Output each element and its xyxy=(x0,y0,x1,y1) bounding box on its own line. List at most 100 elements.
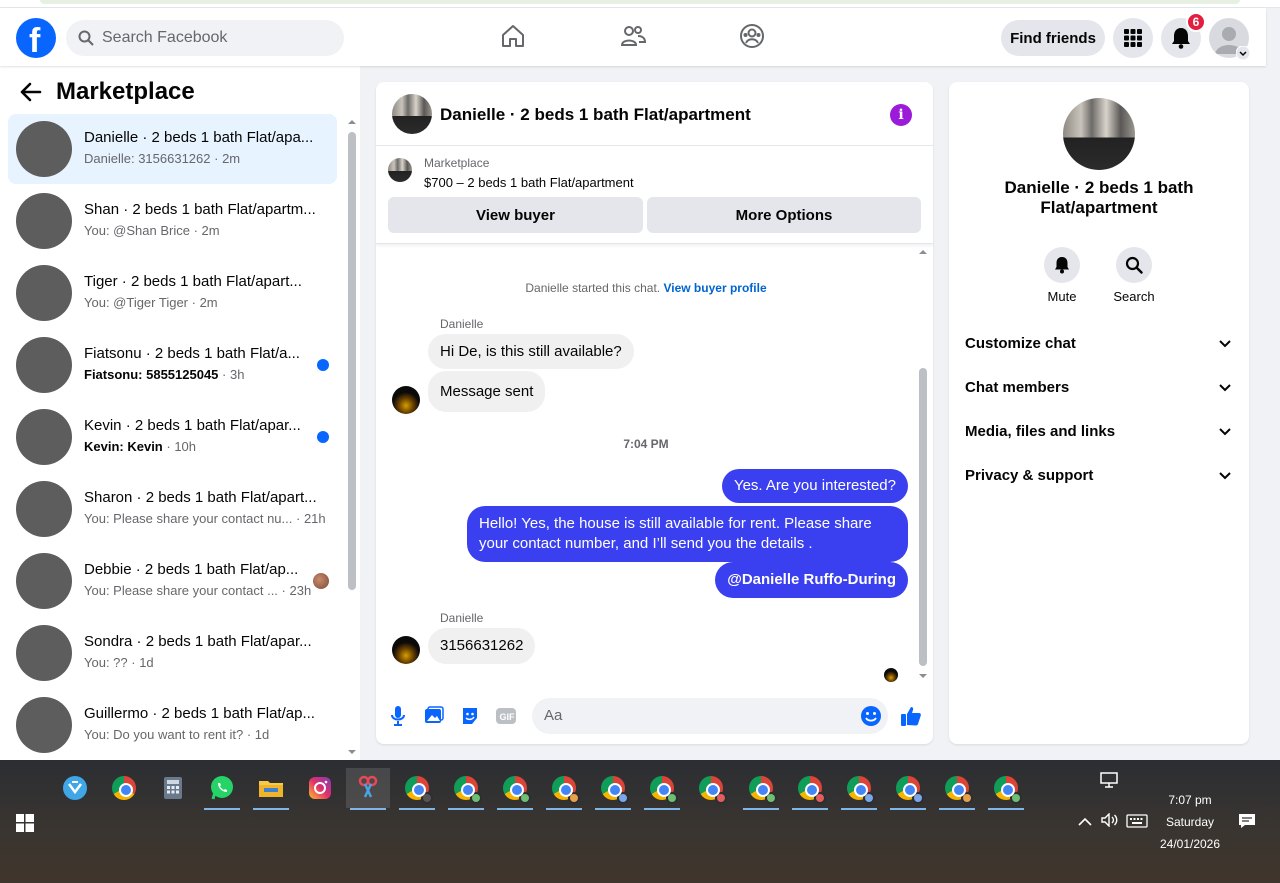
conversation-name: Danielle · 2 beds 1 bath Flat/apa... xyxy=(84,129,314,146)
find-friends-button[interactable]: Find friends xyxy=(1001,20,1105,56)
incoming-message[interactable]: 3156631262 xyxy=(428,628,536,664)
windows-start-icon[interactable] xyxy=(16,814,34,837)
chrome-profile-icon[interactable] xyxy=(444,768,488,810)
conversation-name: Fiatsonu · 2 beds 1 bath Flat/a... xyxy=(84,345,300,362)
view-buyer-profile-link[interactable]: View buyer profile xyxy=(663,281,766,295)
message-composer: GIF Aa xyxy=(376,692,933,744)
account-chevron-icon[interactable] xyxy=(1236,46,1250,60)
sticker-icon[interactable] xyxy=(458,704,482,728)
conversation-item[interactable]: Guillermo · 2 beds 1 bath Flat/ap... You:… xyxy=(8,690,337,760)
conversation-item[interactable]: Sharon · 2 beds 1 bath Flat/apart... You:… xyxy=(8,474,337,544)
friends-icon[interactable] xyxy=(619,22,647,50)
conversation-time: · 23h xyxy=(281,583,312,598)
conversation-preview: Kevin: Kevin · 10h xyxy=(84,439,197,454)
chat-scrollbar[interactable] xyxy=(916,248,930,678)
top-navigation-bar: f Search Facebook Find friends 6 xyxy=(0,8,1266,66)
view-buyer-button[interactable]: View buyer xyxy=(388,197,643,233)
sidebar-scrollbar[interactable] xyxy=(345,118,359,758)
conversation-item[interactable]: Fiatsonu · 2 beds 1 bath Flat/a... Fiatso… xyxy=(8,330,337,400)
listing-label: Marketplace xyxy=(424,156,490,170)
chrome-profile-icon[interactable] xyxy=(886,768,930,810)
chevron-down-icon xyxy=(1219,428,1231,436)
incoming-message[interactable]: Message sent xyxy=(428,371,546,412)
sender-avatar[interactable] xyxy=(392,636,420,664)
taskbar-app-icon[interactable] xyxy=(53,768,97,808)
conversation-preview: Danielle: 3156631262 · 2m xyxy=(84,151,241,166)
emoji-icon[interactable] xyxy=(860,705,882,727)
photo-icon[interactable] xyxy=(422,704,446,728)
conversation-time: · 3h xyxy=(222,367,245,382)
network-icon[interactable] xyxy=(1100,772,1118,793)
chrome-icon[interactable] xyxy=(102,768,146,808)
search-input[interactable]: Search Facebook xyxy=(66,20,344,56)
page-scrollbar[interactable] xyxy=(1266,8,1280,760)
notifications-center-icon[interactable] xyxy=(1238,813,1256,834)
chrome-profile-icon[interactable] xyxy=(984,768,1028,810)
incoming-message[interactable]: Hi De, is this still available? xyxy=(428,334,634,369)
conversation-item[interactable]: Sondra · 2 beds 1 bath Flat/apar... You: … xyxy=(8,618,337,688)
groups-icon[interactable] xyxy=(738,22,766,50)
details-listing-avatar[interactable] xyxy=(1063,98,1135,170)
chrome-profile-icon[interactable] xyxy=(493,768,537,810)
message-input[interactable]: Aa xyxy=(532,698,888,734)
outgoing-message[interactable]: Hello! Yes, the house is still available… xyxy=(467,506,908,562)
chrome-profile-icon[interactable] xyxy=(542,768,586,810)
calculator-icon[interactable] xyxy=(151,768,195,808)
mute-button[interactable]: Mute xyxy=(1032,247,1092,304)
tray-chevron-up-icon[interactable] xyxy=(1078,814,1092,832)
chrome-profile-icon[interactable] xyxy=(395,768,439,810)
search-in-chat-button[interactable]: Search xyxy=(1104,247,1164,304)
details-section-row[interactable]: Media, files and links xyxy=(965,423,1235,447)
more-options-button[interactable]: More Options xyxy=(647,197,921,233)
home-icon[interactable] xyxy=(499,22,527,50)
listing-card: Marketplace $700 – 2 beds 1 bath Flat/ap… xyxy=(376,146,933,244)
details-section-row[interactable]: Chat members xyxy=(965,379,1235,403)
chrome-profile-icon[interactable] xyxy=(689,768,733,808)
chrome-profile-icon[interactable] xyxy=(935,768,979,810)
clock-day[interactable]: Saturday xyxy=(1154,815,1226,829)
conversation-item[interactable]: Debbie · 2 beds 1 bath Flat/ap... You: Pl… xyxy=(8,546,337,616)
listing-thumbnail[interactable] xyxy=(388,158,412,182)
snipping-tool-icon[interactable] xyxy=(346,768,390,810)
keyboard-icon[interactable] xyxy=(1126,814,1148,833)
chrome-profile-icon[interactable] xyxy=(837,768,881,810)
whatsapp-icon[interactable] xyxy=(200,768,244,810)
outgoing-message[interactable]: Yes. Are you interested? xyxy=(721,469,908,503)
facebook-logo-icon[interactable]: f xyxy=(16,18,56,58)
chrome-profile-icon[interactable] xyxy=(591,768,635,810)
gif-icon[interactable]: GIF xyxy=(494,704,518,728)
details-section-row[interactable]: Privacy & support xyxy=(965,467,1235,491)
svg-text:GIF: GIF xyxy=(500,712,516,722)
conversation-item[interactable]: Tiger · 2 beds 1 bath Flat/apart... You: … xyxy=(8,258,337,328)
conversation-thumbnail xyxy=(16,553,72,609)
back-arrow-icon[interactable] xyxy=(20,82,42,102)
listing-title[interactable]: $700 – 2 beds 1 bath Flat/apartment xyxy=(424,175,634,190)
listing-avatar[interactable] xyxy=(392,94,432,134)
conversation-item[interactable]: Kevin · 2 beds 1 bath Flat/apar... Kevin:… xyxy=(8,402,337,472)
details-section-label: Chat members xyxy=(965,379,1070,396)
info-icon[interactable]: i xyxy=(890,104,912,126)
chrome-profile-icon[interactable] xyxy=(640,768,684,810)
clock-time[interactable]: 7:07 pm xyxy=(1154,793,1226,807)
conversation-thumbnail xyxy=(16,193,72,249)
outgoing-mention-message[interactable]: @Danielle Ruffo-During xyxy=(715,562,908,598)
search-label: Search xyxy=(1113,289,1155,304)
conversation-item[interactable]: Shan · 2 beds 1 bath Flat/apartm... You: … xyxy=(8,186,337,256)
instagram-icon[interactable] xyxy=(298,768,342,808)
conversation-name: Sharon · 2 beds 1 bath Flat/apart... xyxy=(84,489,317,506)
chrome-profile-icon[interactable] xyxy=(788,768,832,810)
conversation-preview: You: ?? · 1d xyxy=(84,655,154,670)
details-section-row[interactable]: Customize chat xyxy=(965,335,1235,359)
file-explorer-icon[interactable] xyxy=(249,768,293,810)
volume-icon[interactable] xyxy=(1101,812,1119,832)
chrome-profile-icon[interactable] xyxy=(739,768,783,810)
chat-details-panel: Danielle · 2 beds 1 bath Flat/apartment … xyxy=(949,82,1249,744)
menu-grid-icon[interactable] xyxy=(1113,18,1153,58)
thumbs-up-icon[interactable] xyxy=(899,704,923,728)
conversation-item[interactable]: Danielle · 2 beds 1 bath Flat/apa... Dani… xyxy=(8,114,337,184)
clock-date[interactable]: 24/01/2026 xyxy=(1154,837,1226,851)
chat-started-notice: Danielle started this chat. View buyer p… xyxy=(525,281,767,295)
sender-avatar[interactable] xyxy=(392,386,420,414)
microphone-icon[interactable] xyxy=(386,704,410,728)
chat-title[interactable]: Danielle · 2 beds 1 bath Flat/apartment xyxy=(440,105,751,125)
